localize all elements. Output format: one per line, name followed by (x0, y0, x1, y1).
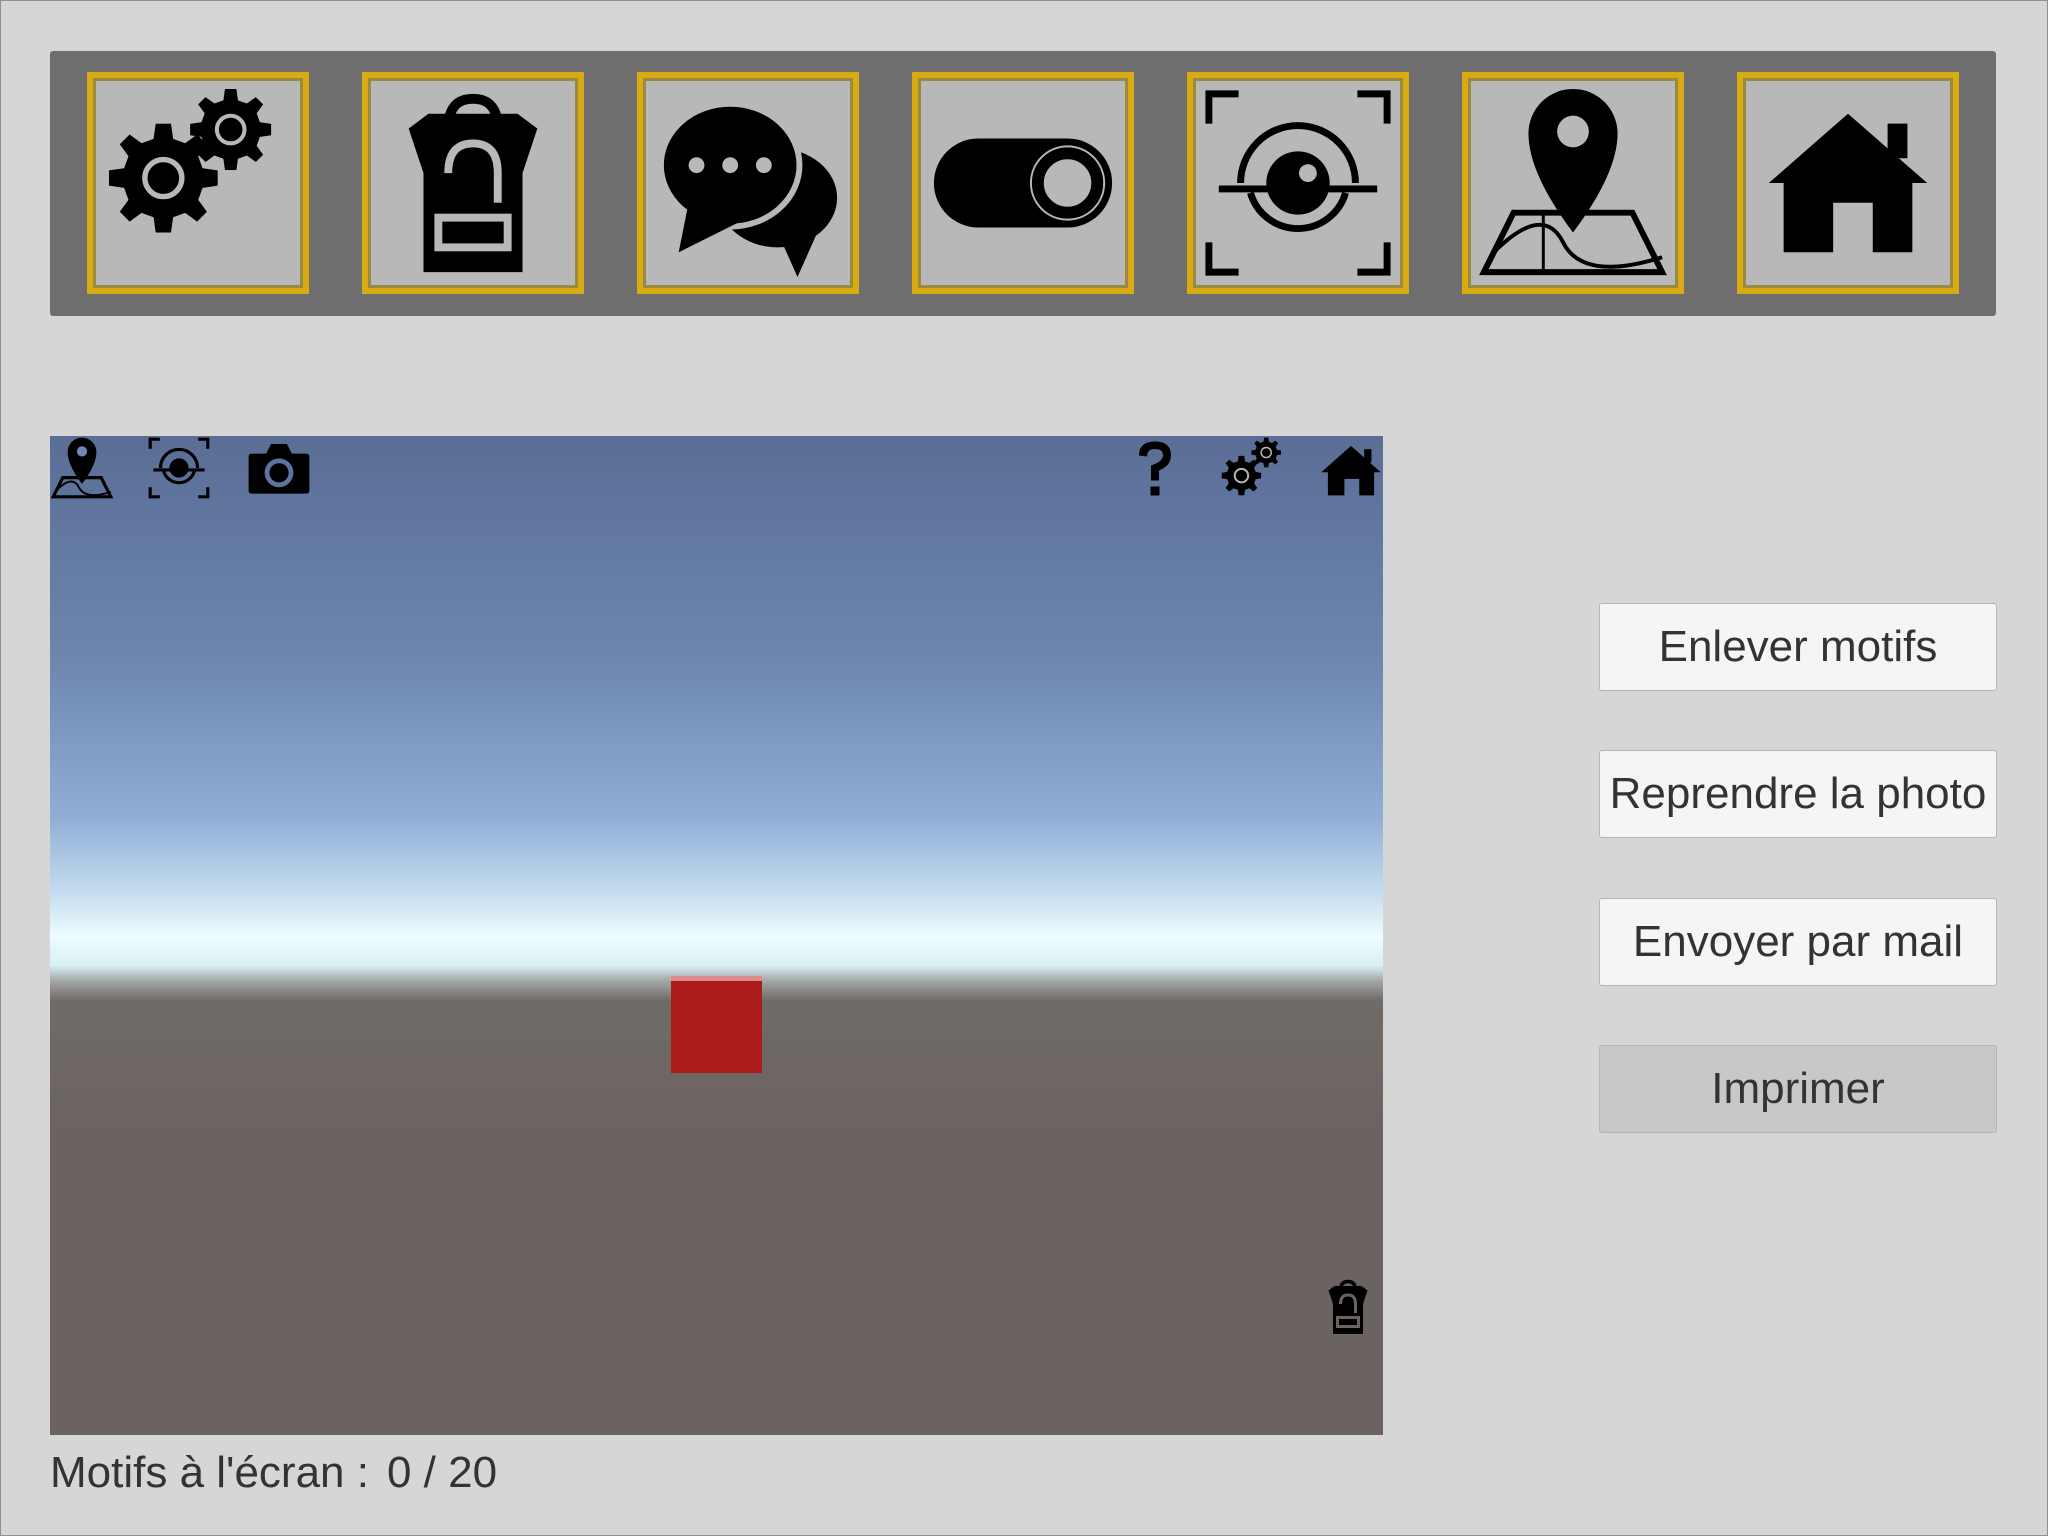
hud-settings-button[interactable] (1220, 436, 1286, 502)
map-pin-icon (1479, 88, 1667, 276)
hud-inventory-button[interactable] (1318, 1272, 1378, 1342)
cube-top-face (671, 976, 762, 981)
pattern-counter: Motifs à l'écran : 0 / 20 (50, 1445, 497, 1500)
top-toolbar (50, 51, 1996, 316)
retake-photo-button[interactable]: Reprendre la photo (1599, 750, 1997, 838)
gears-icon (99, 84, 297, 282)
toolbar-inventory-button[interactable] (362, 72, 584, 294)
toolbar-scan-button[interactable] (1187, 72, 1409, 294)
print-button[interactable]: Imprimer (1599, 1045, 1997, 1133)
send-mail-button[interactable]: Envoyer par mail (1599, 898, 1997, 986)
hud-home-button[interactable] (1318, 436, 1383, 502)
remove-patterns-button[interactable]: Enlever motifs (1599, 603, 1997, 691)
toolbar-settings-button[interactable] (87, 72, 309, 294)
toolbar-home-button[interactable] (1737, 72, 1959, 294)
chat-icon (657, 100, 838, 278)
hud-scan-button[interactable] (147, 436, 211, 500)
hud-camera-button[interactable] (244, 436, 314, 500)
backpack-icon (408, 93, 538, 273)
backpack-icon (1328, 1279, 1368, 1334)
gears-icon (1221, 437, 1282, 496)
hud-map-button[interactable] (50, 436, 114, 500)
map-pin-icon (50, 437, 114, 499)
red-cube[interactable] (671, 976, 762, 1073)
toolbar-chat-button[interactable] (637, 72, 859, 294)
eye-scan-icon (148, 437, 210, 499)
home-icon (1768, 113, 1928, 253)
eye-scan-icon (1205, 90, 1391, 276)
pattern-counter-value: 0 / 20 (386, 1447, 498, 1497)
hud-help-button[interactable] (1130, 436, 1180, 502)
pattern-counter-label: Motifs à l'écran : (50, 1447, 369, 1497)
home-icon (1321, 445, 1381, 496)
toolbar-toggle-button[interactable] (912, 72, 1134, 294)
toggle-icon (933, 138, 1113, 228)
toolbar-map-button[interactable] (1462, 72, 1684, 294)
help-icon (1139, 441, 1171, 496)
game-viewport[interactable] (50, 436, 1383, 1435)
camera-icon (248, 444, 310, 494)
